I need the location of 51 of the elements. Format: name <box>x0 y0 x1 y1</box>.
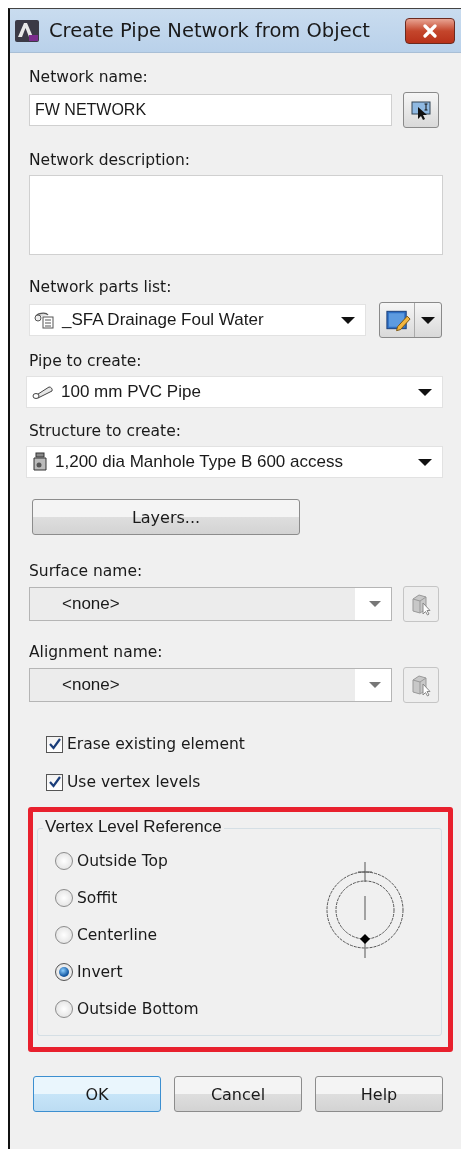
cube-cursor-icon <box>410 673 432 697</box>
radio-label: Outside Top <box>77 852 168 870</box>
checkbox-label: Use vertex levels <box>67 773 201 791</box>
pick-button[interactable] <box>403 92 439 128</box>
dropdown-arrow-icon <box>369 682 381 688</box>
field-label: Pipe to create: <box>29 351 143 371</box>
radio-button[interactable] <box>55 926 73 944</box>
pipe-icon <box>31 385 55 399</box>
dropdown-arrow-icon <box>341 316 355 324</box>
network-name-field[interactable]: FW NETWORK <box>29 94 392 126</box>
dropdown-arrow-icon <box>421 316 435 324</box>
layers-button[interactable]: Layers... <box>32 499 300 535</box>
checkbox-label: Erase existing element <box>67 735 245 753</box>
dropdown-arrow-icon <box>369 601 381 607</box>
edit-icon <box>384 308 412 332</box>
app-icon <box>14 18 40 43</box>
manhole-icon <box>31 452 49 472</box>
parts-list-dropdown[interactable]: _SFA Drainage Foul Water <box>29 304 366 336</box>
select-from-drawing-button[interactable] <box>403 667 439 703</box>
dialog-button[interactable]: Help <box>315 1076 443 1112</box>
edit-split-button[interactable] <box>379 302 442 338</box>
checkbox[interactable] <box>46 735 63 753</box>
cube-cursor-icon <box>410 592 432 616</box>
radio-button[interactable] <box>55 1000 73 1018</box>
close-icon <box>422 23 438 38</box>
select-from-drawing-button[interactable] <box>403 586 439 622</box>
field-label: Surface name: <box>29 561 144 581</box>
radio-label: Invert <box>77 963 123 981</box>
field-label: Structure to create: <box>29 421 182 441</box>
radio-label: Outside Bottom <box>77 1000 199 1018</box>
dialog-button[interactable]: Cancel <box>174 1076 302 1112</box>
field-label: Alignment name: <box>29 642 164 662</box>
dropdown-arrow-icon <box>418 388 432 396</box>
dialog-button[interactable]: OK <box>33 1076 161 1112</box>
radio-button[interactable] <box>55 963 73 981</box>
radio-button[interactable] <box>55 889 73 907</box>
window-title: Create Pipe Network from Object <box>49 19 371 42</box>
dropdown-arrow-icon <box>418 458 432 466</box>
checkbox[interactable] <box>46 773 63 791</box>
close-button[interactable] <box>405 17 455 44</box>
radio-button[interactable] <box>55 852 73 870</box>
pick-icon <box>410 99 432 121</box>
parts-list-icon <box>34 311 56 329</box>
network-description-field[interactable] <box>29 175 443 255</box>
field-label: Network name: <box>29 67 149 87</box>
field-label: Network parts list: <box>29 277 173 297</box>
pipe-dropdown[interactable]: 100 mm PVC Pipe <box>26 376 443 408</box>
field-label: Network description: <box>29 150 192 170</box>
structure-dropdown[interactable]: 1,200 dia Manhole Type B 600 access <box>26 446 443 478</box>
radio-label: Centerline <box>77 926 158 944</box>
radio-label: Soffit <box>77 889 118 907</box>
